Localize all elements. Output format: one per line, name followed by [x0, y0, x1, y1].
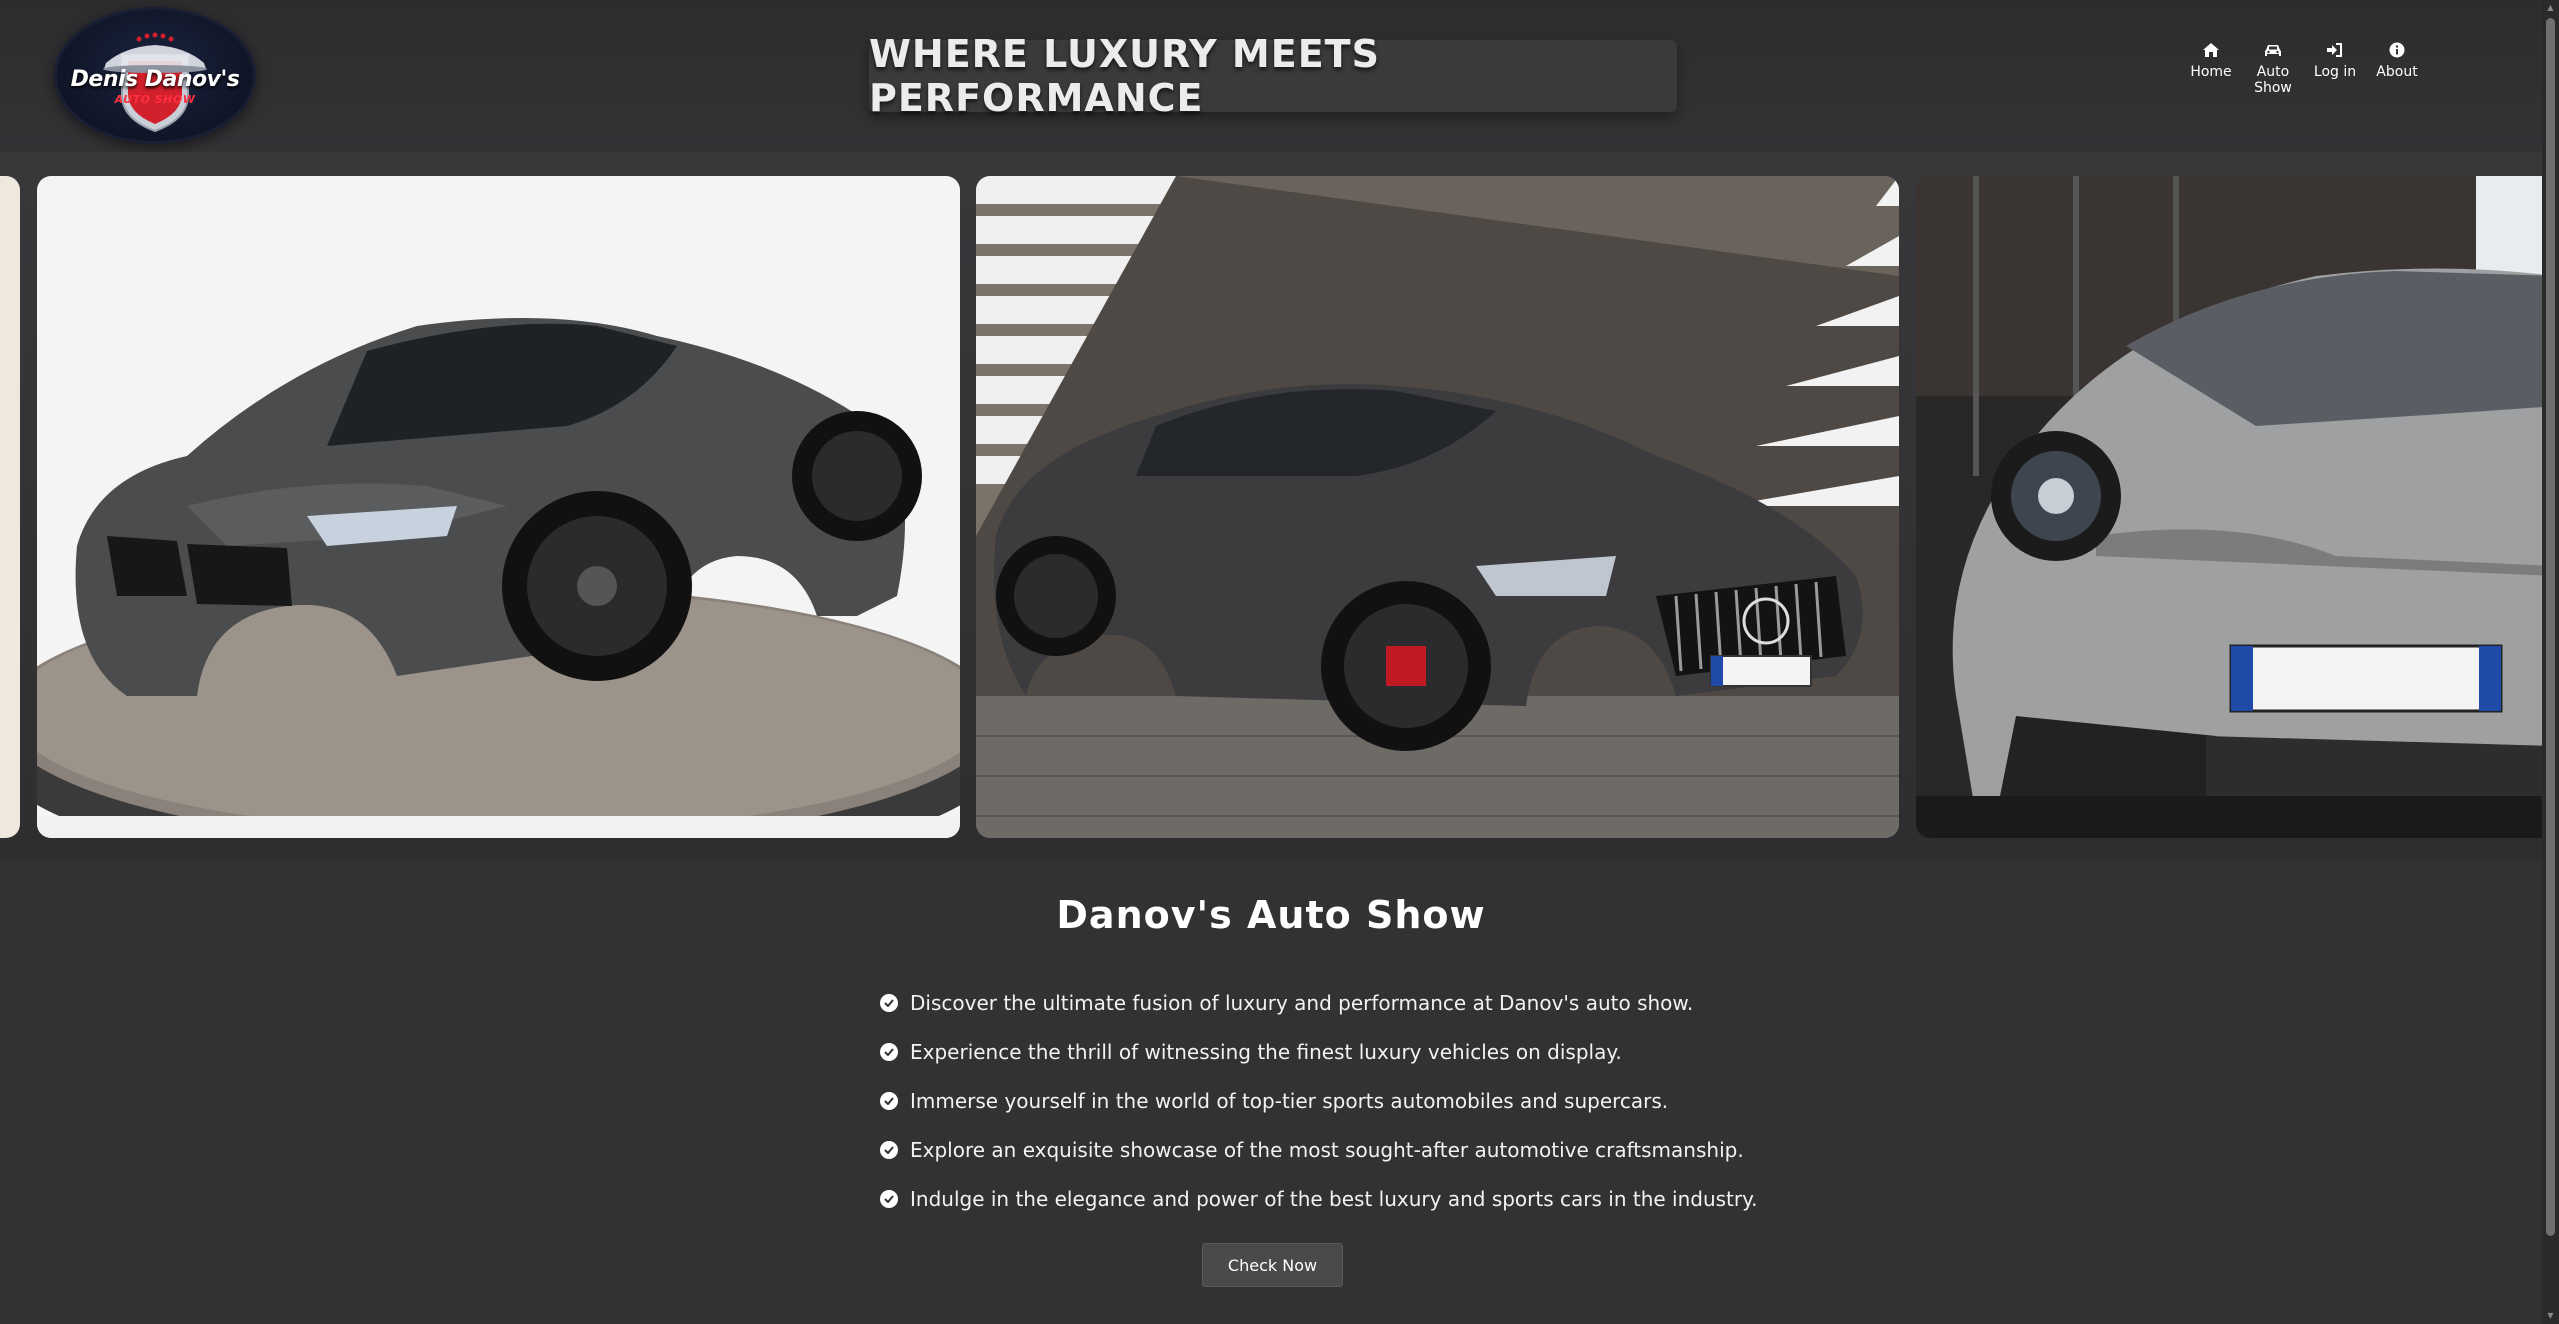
nav-login[interactable]: Log in: [2304, 40, 2366, 96]
feature-text: Discover the ultimate fusion of luxury a…: [910, 990, 1694, 1015]
carousel-slide-porsche[interactable]: [1916, 176, 2542, 838]
check-circle-icon: [880, 1189, 898, 1208]
feature-item: Discover the ultimate fusion of luxury a…: [880, 978, 1757, 1027]
nav-home[interactable]: Home: [2180, 40, 2242, 96]
main-nav: Home Auto Show Log in About: [2180, 40, 2428, 96]
feature-item: Explore an exquisite showcase of the mos…: [880, 1125, 1757, 1174]
feature-item: Experience the thrill of witnessing the …: [880, 1027, 1757, 1076]
car-icon: [2263, 40, 2283, 60]
nav-home-label: Home: [2190, 64, 2232, 80]
check-now-button[interactable]: Check Now: [1202, 1243, 1343, 1287]
carousel-slide-bmw[interactable]: [37, 176, 960, 838]
feature-list: Discover the ultimate fusion of luxury a…: [880, 978, 1757, 1223]
info-icon: [2387, 40, 2407, 60]
page-title: Danov's Auto Show: [1056, 893, 1486, 937]
scroll-thumb[interactable]: [2546, 18, 2555, 1236]
check-circle-icon: [880, 993, 898, 1012]
carousel-slide-partial: [0, 176, 20, 838]
car-carousel[interactable]: [0, 152, 2542, 861]
tagline-text: WHERE LUXURY MEETS PERFORMANCE: [869, 32, 1380, 120]
feature-item: Indulge in the elegance and power of the…: [880, 1174, 1757, 1223]
nav-about-label: About: [2376, 64, 2418, 80]
nav-login-label: Log in: [2313, 64, 2357, 80]
page-scrollbar[interactable]: ▲ ▼: [2542, 0, 2559, 1324]
nav-auto-show[interactable]: Auto Show: [2242, 40, 2304, 96]
feature-text: Experience the thrill of witnessing the …: [910, 1039, 1622, 1064]
scroll-down-arrow-icon[interactable]: ▼: [2546, 1311, 2555, 1321]
check-circle-icon: [880, 1091, 898, 1110]
feature-text: Explore an exquisite showcase of the mos…: [910, 1137, 1744, 1162]
nav-about[interactable]: About: [2366, 40, 2428, 96]
scroll-up-arrow-icon[interactable]: ▲: [2546, 3, 2555, 13]
site-logo[interactable]: Denis Danov's AUTO SHOW: [54, 7, 256, 144]
porsche-car-image: [1916, 176, 2542, 838]
feature-item: Immerse yourself in the world of top-tie…: [880, 1076, 1757, 1125]
logo-title: Denis Danov's: [70, 67, 240, 92]
carousel-slide-mercedes[interactable]: [976, 176, 1899, 838]
logo-subtitle: AUTO SHOW: [114, 93, 196, 106]
mercedes-car-image: [976, 176, 1899, 838]
check-circle-icon: [880, 1042, 898, 1061]
feature-text: Indulge in the elegance and power of the…: [910, 1186, 1758, 1211]
feature-text: Immerse yourself in the world of top-tie…: [910, 1088, 1669, 1113]
nav-auto-show-label: Auto Show: [2254, 64, 2292, 96]
check-circle-icon: [880, 1140, 898, 1159]
tagline-banner: WHERE LUXURY MEETS PERFORMANCE: [869, 32, 1677, 120]
home-icon: [2201, 40, 2221, 60]
bmw-car-image: [37, 176, 960, 838]
site-header: Denis Danov's AUTO SHOW WHERE LUXURY MEE…: [0, 0, 2542, 152]
login-icon: [2325, 40, 2345, 60]
